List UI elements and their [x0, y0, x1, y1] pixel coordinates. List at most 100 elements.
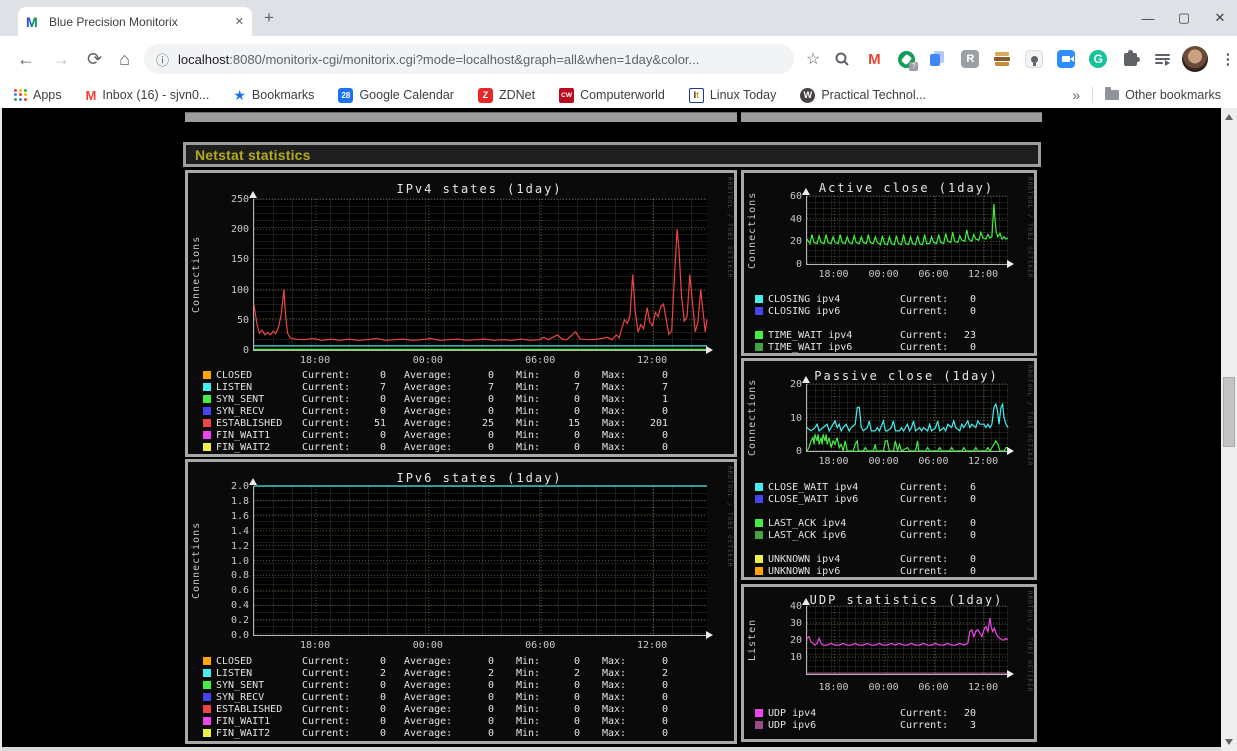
legend-label: CLOSED [216, 655, 253, 667]
graph-active-close[interactable]: Active close (1day) Connections RRDTOOL / … [741, 170, 1037, 356]
legend-swatch [203, 419, 211, 427]
legend-swatch [755, 721, 763, 729]
profile-avatar[interactable] [1182, 46, 1209, 72]
stat-label: Current: [900, 305, 949, 317]
stat-label: Max: [602, 405, 627, 417]
legend-swatch [203, 717, 211, 725]
legend-row: SYN_RECV Current: 0 Average: 0 Min: 0 Max: 0 [203, 405, 730, 417]
bookmark-computerworld[interactable]: CW Computerworld [559, 87, 665, 103]
extensions-puzzle-icon[interactable] [1120, 49, 1140, 69]
bookmark-label: Inbox (16) - sjvn0... [102, 88, 210, 102]
tab-close-icon[interactable]: ✕ [235, 15, 244, 28]
stat-value: 3 [969, 719, 976, 731]
bookmark-star-icon[interactable]: ☆ [806, 49, 820, 69]
y-tick-label: 0 [242, 345, 249, 356]
lamp-extension-icon[interactable] [1024, 49, 1044, 69]
vertical-scrollbar[interactable] [1221, 108, 1237, 751]
legend-swatch [203, 383, 211, 391]
reload-button[interactable]: ⟳ [87, 49, 102, 70]
stat-label: Average: [404, 417, 453, 429]
stat-value: 0 [573, 441, 580, 453]
stat-value: 0 [379, 703, 386, 715]
scroll-up-arrow[interactable] [1225, 114, 1233, 120]
y-axis-label: Connections [191, 235, 202, 314]
x-axis-arrow [1007, 447, 1014, 455]
legend-swatch [755, 483, 763, 491]
y-tick-label: 40 [789, 601, 802, 612]
scroll-down-arrow[interactable] [1225, 739, 1233, 745]
stat-value: 0 [969, 565, 976, 577]
media-queue-icon[interactable] [1152, 49, 1172, 69]
previous-section-box-edge-right [741, 112, 1042, 122]
gmail-extension-icon[interactable]: M [864, 49, 884, 69]
window-minimize-button[interactable]: — [1141, 11, 1155, 26]
stat-value: 0 [969, 493, 976, 505]
y-tick-label: 60 [789, 191, 802, 202]
bookmark-practical-technology[interactable]: W Practical Technol... [800, 87, 926, 103]
legend-label: FIN_WAIT2 [216, 441, 271, 453]
graph-ipv6-states[interactable]: IPv6 states (1day) Connections RRDTOOL / T… [185, 459, 737, 744]
forward-button[interactable]: → [52, 49, 70, 70]
scrollbar-thumb[interactable] [1223, 377, 1235, 447]
bookmarks-overflow-chevron[interactable]: » [1072, 87, 1080, 103]
stat-label: Min: [516, 703, 541, 715]
stat-value: 0 [379, 679, 386, 691]
bookmark-apps[interactable]: Apps [14, 88, 62, 102]
window-maximize-button[interactable]: ▢ [1177, 10, 1191, 26]
other-bookmarks[interactable]: Other bookmarks [1105, 87, 1221, 102]
copy-pages-extension-icon[interactable] [928, 49, 948, 69]
bookmark-google-calendar[interactable]: 28 Google Calendar [338, 87, 454, 103]
stat-value: 7 [487, 381, 494, 393]
back-button[interactable]: ← [17, 49, 35, 70]
bookmark-inbox[interactable]: M Inbox (16) - sjvn0... [86, 88, 210, 103]
stat-label: Average: [404, 727, 453, 739]
graph-inner: Passive close (1day) Connections RRDTOOL /… [744, 361, 1034, 577]
legend-row: UDP ipv4 Current: 20 [755, 707, 1030, 719]
url-text[interactable]: localhost:8080/monitorix-cgi/monitorix.c… [178, 52, 699, 67]
x-tick-label: 18:00 [818, 456, 849, 467]
browser-tab[interactable]: M M Blue Precision Monitorix ✕ [18, 7, 252, 36]
r-extension-icon[interactable]: R [960, 49, 980, 69]
stat-value: 0 [573, 727, 580, 739]
page-info-icon[interactable]: ⓘ [156, 50, 169, 69]
graph-ipv4-states[interactable]: IPv4 states (1day) Connections RRDTOOL / T… [185, 170, 737, 457]
graph-passive-close[interactable]: Passive close (1day) Connections RRDTOOL /… [741, 358, 1037, 580]
books-extension-icon[interactable] [992, 49, 1012, 69]
phone-extension-icon[interactable]: ? [896, 49, 919, 71]
stat-value: 0 [487, 429, 494, 441]
legend-swatch [755, 307, 763, 315]
new-tab-button[interactable]: + [264, 8, 274, 28]
stat-label: Max: [602, 381, 627, 393]
x-tick-label: 18:00 [818, 269, 849, 280]
graph-udp-statistics[interactable]: UDP statistics (1day) Listen RRDTOOL / TOB… [741, 584, 1037, 742]
window-close-button[interactable]: ✕ [1213, 10, 1227, 26]
bookmarks-bar: Apps M Inbox (16) - sjvn0... ★ Bookmarks 2… [0, 82, 1237, 108]
zoom-extension-icon[interactable] [1056, 49, 1076, 69]
bookmark-bookmarks[interactable]: ★ Bookmarks [233, 87, 314, 104]
series-established [253, 229, 708, 341]
stat-label: Average: [404, 369, 453, 381]
legend-row: CLOSE_WAIT ipv4 Current: 6 [755, 481, 1030, 493]
legend: CLOSE_WAIT ipv4 Current: 6 CLOSE_WAIT ipv6 C… [755, 481, 1030, 577]
stat-label: Max: [602, 715, 627, 727]
x-tick-label: 00:00 [412, 640, 443, 651]
stat-value: 6 [969, 481, 976, 493]
home-button[interactable]: ⌂ [119, 49, 130, 70]
grammarly-extension-icon[interactable]: G [1088, 49, 1108, 69]
search-extension-icon[interactable] [832, 49, 852, 69]
browser-menu-icon[interactable]: ⋮ [1220, 50, 1235, 68]
legend-row: FIN_WAIT2 Current: 0 Average: 0 Min: 0 Max: 0 [203, 727, 730, 739]
x-tick-label: 12:00 [968, 269, 999, 280]
address-bar[interactable]: ⓘ localhost:8080/monitorix-cgi/monitorix… [143, 44, 794, 74]
bookmark-linux-today[interactable]: l t Linux Today [688, 87, 776, 103]
x-axis-arrow [706, 631, 713, 639]
legend-label: SYN_SENT [216, 393, 265, 405]
legend-swatch [203, 657, 211, 665]
chart-title: Passive close (1day) [814, 369, 999, 383]
bookmark-zdnet[interactable]: Z ZDNet [477, 87, 535, 103]
stat-label: Max: [602, 429, 627, 441]
stat-value: 0 [573, 393, 580, 405]
stat-value: 0 [969, 293, 976, 305]
legend-row: LISTEN Current: 2 Average: 2 Min: 2 Max: 2 [203, 667, 730, 679]
stat-label: Min: [516, 691, 541, 703]
